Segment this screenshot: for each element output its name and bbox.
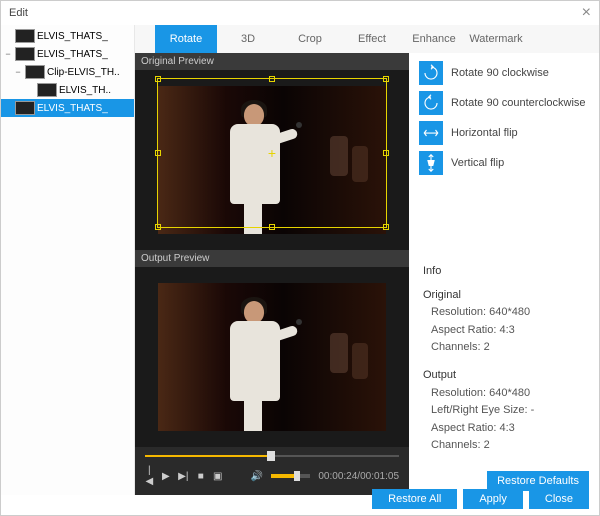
- rot-ccw-icon[interactable]: [419, 91, 443, 115]
- tab-3d[interactable]: 3D: [217, 25, 279, 53]
- tree-toggle-icon[interactable]: −: [13, 67, 23, 77]
- tab-crop[interactable]: Crop: [279, 25, 341, 53]
- info-row: Resolution: 640*480: [423, 304, 534, 322]
- play-icon[interactable]: ▶: [162, 471, 171, 482]
- flip-v-icon[interactable]: [419, 151, 443, 175]
- thumbnail-icon: [37, 83, 57, 97]
- thumbnail-icon: [15, 47, 35, 61]
- info-block: Info Original Resolution: 640*480 Aspect…: [423, 263, 534, 455]
- close-button[interactable]: Close: [529, 489, 589, 509]
- tab-effect[interactable]: Effect: [341, 25, 403, 53]
- window-title: Edit: [9, 7, 28, 19]
- thumbnail-icon: [25, 65, 45, 79]
- player-controls: |◀ ▶ ▶| ■ ▣ 🔊 00:00:24/00:01:05: [135, 447, 409, 495]
- tree-label: Clip-ELVIS_TH..: [47, 67, 120, 78]
- info-row: Aspect Ratio: 4:3: [423, 322, 534, 340]
- tree-item[interactable]: ELVIS_THATS_: [1, 27, 134, 45]
- original-preview-label: Original Preview: [135, 53, 409, 70]
- next-frame-icon[interactable]: ▶|: [178, 471, 188, 482]
- tree-label: ELVIS_THATS_: [37, 49, 108, 60]
- info-row: Left/Right Eye Size: -: [423, 402, 534, 420]
- tab-rotate[interactable]: Rotate: [155, 25, 217, 53]
- output-preview: [135, 267, 409, 447]
- thumbnail-icon: [15, 29, 35, 43]
- stop-icon[interactable]: ■: [196, 471, 205, 482]
- tree-label: ELVIS_TH..: [59, 85, 111, 96]
- rotate-option[interactable]: Rotate 90 counterclockwise: [419, 91, 589, 115]
- rotate-option[interactable]: Rotate 90 clockwise: [419, 61, 589, 85]
- rotate-label: Horizontal flip: [451, 127, 518, 139]
- rot-cw-icon[interactable]: [419, 61, 443, 85]
- tree-item[interactable]: − ELVIS_THATS_: [1, 45, 134, 63]
- tree-label: ELVIS_THATS_: [37, 31, 108, 42]
- volume-icon[interactable]: 🔊: [251, 471, 263, 482]
- file-tree: ELVIS_THATS_ − ELVIS_THATS_ − Clip-ELVIS_TH.…: [1, 25, 135, 495]
- tree-item[interactable]: ELVIS_THATS_: [1, 99, 134, 117]
- tree-label: ELVIS_THATS_: [37, 103, 108, 114]
- footer-buttons: Restore All Apply Close: [372, 489, 589, 509]
- info-output-title: Output: [423, 367, 534, 385]
- rotate-label: Rotate 90 clockwise: [451, 67, 549, 79]
- snapshot-icon[interactable]: ▣: [213, 471, 222, 482]
- tab-enhance[interactable]: Enhance: [403, 25, 465, 53]
- tab-bar: Rotate3DCropEffectEnhanceWatermark: [135, 25, 599, 53]
- original-preview[interactable]: +: [135, 70, 409, 250]
- close-icon[interactable]: ×: [582, 4, 591, 22]
- info-row: Resolution: 640*480: [423, 385, 534, 403]
- rotate-label: Rotate 90 counterclockwise: [451, 97, 586, 109]
- time-display: 00:00:24/00:01:05: [318, 471, 399, 482]
- options-panel: Rotate 90 clockwise Rotate 90 countercloc…: [409, 53, 599, 495]
- rotate-option[interactable]: Vertical flip: [419, 151, 589, 175]
- info-row: Channels: 2: [423, 339, 534, 357]
- rotate-label: Vertical flip: [451, 157, 504, 169]
- tree-item[interactable]: ELVIS_TH..: [1, 81, 134, 99]
- thumbnail-icon: [15, 101, 35, 115]
- preview-column: Original Preview + Output Preview: [135, 53, 409, 495]
- tree-toggle-icon[interactable]: −: [3, 49, 13, 59]
- volume-slider[interactable]: [271, 474, 310, 478]
- tree-item[interactable]: − Clip-ELVIS_TH..: [1, 63, 134, 81]
- info-header: Info: [423, 263, 534, 281]
- seek-slider[interactable]: [145, 453, 399, 459]
- restore-defaults-button[interactable]: Restore Defaults: [487, 471, 589, 491]
- restore-all-button[interactable]: Restore All: [372, 489, 457, 509]
- info-row: Aspect Ratio: 4:3: [423, 420, 534, 438]
- flip-h-icon[interactable]: [419, 121, 443, 145]
- apply-button[interactable]: Apply: [463, 489, 523, 509]
- info-row: Channels: 2: [423, 437, 534, 455]
- output-preview-label: Output Preview: [135, 250, 409, 267]
- title-bar: Edit ×: [1, 1, 599, 25]
- rotate-option[interactable]: Horizontal flip: [419, 121, 589, 145]
- tab-watermark[interactable]: Watermark: [465, 25, 527, 53]
- info-original-title: Original: [423, 287, 534, 305]
- prev-frame-icon[interactable]: |◀: [145, 465, 154, 487]
